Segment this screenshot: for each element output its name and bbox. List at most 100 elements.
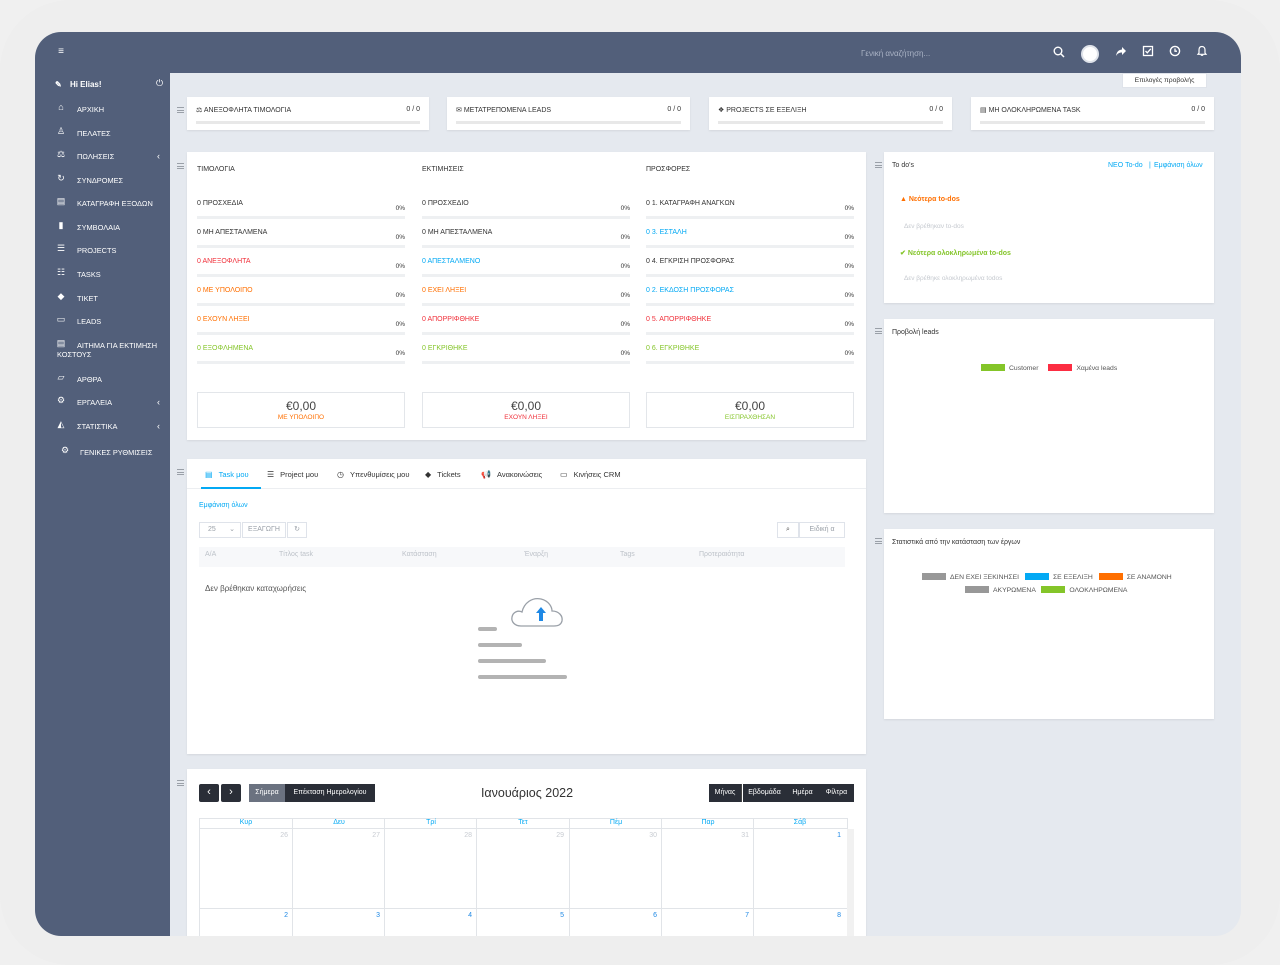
drag-handle-icon[interactable]: [875, 162, 882, 168]
sidebar-item-reports[interactable]: ◭ ΣΤΑΤΙΣΤΙΚΑ ‹: [35, 417, 170, 437]
calendar-expand-button[interactable]: Επέκταση Ημερολογίου: [285, 784, 375, 802]
calendar-day-cell[interactable]: 6: [569, 912, 657, 919]
finance-row[interactable]: 0 ΑΠΕΣΤΑΛΜΕΝΟ 0%: [422, 255, 630, 284]
calendar-day-cell[interactable]: 3: [292, 912, 380, 919]
calendar-day-cell[interactable]: 2: [200, 912, 288, 919]
finance-row[interactable]: 0 1. ΚΑΤΑΓΡΑΦΗ ΑΝΑΓΚΩΝ 0%: [646, 197, 854, 226]
finance-row[interactable]: 0 5. ΑΠΟΡΡΙΦΘΗΚΕ 0%: [646, 313, 854, 342]
drag-handle-icon[interactable]: [177, 107, 184, 113]
tab-my-projects[interactable]: ☰ Project μου: [267, 470, 318, 479]
export-button[interactable]: ΕΞΑΓΩΓΗ: [242, 522, 286, 538]
chevron-down-icon: ⌄: [229, 526, 235, 533]
column-header[interactable]: Τίτλος task: [279, 551, 313, 558]
clock-icon[interactable]: [1167, 45, 1183, 61]
finance-row[interactable]: 0 ΕΧΕΙ ΛΗΞΕΙ 0%: [422, 284, 630, 313]
legend-label: ΟΛΟΚΛΗΡΩΜΕΝΑ: [1069, 587, 1128, 594]
column-header[interactable]: Α/Α: [205, 551, 216, 558]
calendar-day-cell[interactable]: 1: [753, 832, 841, 839]
calendar-day-cell[interactable]: 28: [384, 832, 472, 839]
finance-row[interactable]: 0 ΕΓΚΡΙΘΗΚΕ 0%: [422, 342, 630, 371]
bell-icon[interactable]: [1194, 45, 1210, 61]
menu-icon[interactable]: ≡: [53, 44, 69, 60]
view-options-button[interactable]: Επιλογές προβολής: [1122, 73, 1207, 88]
finance-row[interactable]: 0 ΑΠΟΡΡΙΦΘΗΚΕ 0%: [422, 313, 630, 342]
sidebar-item-expenses[interactable]: ▤ ΚΑΤΑΓΡΑΦΗ ΕΞΟΔΩΝ: [35, 194, 170, 214]
drag-handle-icon[interactable]: [875, 538, 882, 544]
finance-row[interactable]: 0 6. ΕΓΚΡΙΘΗΚΕ 0%: [646, 342, 854, 371]
calendar-prev-button[interactable]: ‹: [199, 784, 219, 802]
new-todo-link[interactable]: ΝΕΟ To-do: [1108, 162, 1143, 169]
tab-announcements[interactable]: 📢 Ανακοινώσεις: [481, 470, 542, 479]
stat-count: 0 / 0: [1191, 106, 1205, 113]
power-icon[interactable]: ⏻: [156, 78, 163, 89]
sidebar-item-sales[interactable]: ⚖ ΠΩΛΗΣΕΙΣ ‹: [35, 147, 170, 167]
finance-row[interactable]: 0 ΜΕ ΥΠΟΛΟΙΠΟ 0%: [197, 284, 405, 313]
sidebar-item-settings[interactable]: ⚙ ΓΕΝΙΚΕΣ ΡΥΘΜΙΣΕΙΣ: [35, 443, 170, 463]
task-search-input[interactable]: Ειδική α: [799, 522, 845, 538]
sidebar-item-articles[interactable]: ▱ ΑΡΘΡΑ: [35, 370, 170, 390]
drag-handle-icon[interactable]: [177, 163, 184, 169]
drag-handle-icon[interactable]: [177, 469, 184, 475]
column-header[interactable]: Έναρξη: [524, 551, 548, 558]
search-icon[interactable]: [1051, 46, 1067, 62]
sidebar-item-subscriptions[interactable]: ↻ ΣΥΝΔΡΟΜΕΣ: [35, 171, 170, 191]
calendar-month-view-button[interactable]: Μήνας: [709, 784, 742, 802]
finance-row[interactable]: 0 ΠΡΟΣΧΕΔΙΑ 0%: [197, 197, 405, 226]
column-header[interactable]: Κατάσταση: [402, 551, 437, 558]
tab-my-reminders[interactable]: ◷ Υπενθυμίσεις μου: [337, 470, 409, 479]
calendar-week-view-button[interactable]: Εβδομάδα: [743, 784, 786, 802]
legend-swatch: [922, 573, 946, 580]
calendar-day-cell[interactable]: 29: [476, 832, 564, 839]
calendar-day-cell[interactable]: 27: [292, 832, 380, 839]
finance-row[interactable]: 0 ΕΞΟΦΛΗΜΕΝΑ 0%: [197, 342, 405, 371]
sidebar-item-tickets[interactable]: ◆ ΤΙΚΕΤ: [35, 289, 170, 309]
sidebar-item-home[interactable]: ⌂ ΑΡΧΙΚΗ: [35, 100, 170, 120]
sidebar-item-tools[interactable]: ⚙ ΕΡΓΑΛΕΙΑ ‹: [35, 393, 170, 413]
finance-row[interactable]: 0 3. ΕΣΤΑΛΗ 0%: [646, 226, 854, 255]
view-all-tasks-link[interactable]: Εμφάνιση όλων: [199, 502, 248, 509]
finance-row[interactable]: 0 ΠΡΟΣΧΕΔΙΟ 0%: [422, 197, 630, 226]
calendar-day-cell[interactable]: 26: [200, 832, 288, 839]
calendar-day-cell[interactable]: 31: [661, 832, 749, 839]
avatar[interactable]: [1081, 45, 1099, 63]
calendar-today-button[interactable]: Σήμερα: [249, 784, 285, 802]
reload-icon[interactable]: ↻: [287, 522, 307, 538]
sidebar-item-projects[interactable]: ☰ PROJECTS: [35, 241, 170, 261]
finance-row[interactable]: 0 2. ΕΚΔΟΣΗ ΠΡΟΣΦΟΡΑΣ 0%: [646, 284, 854, 313]
view-all-todos-link[interactable]: Εμφάνιση όλων: [1154, 162, 1203, 169]
checklist-icon[interactable]: [1140, 45, 1156, 61]
finance-row[interactable]: 0 4. ΕΓΚΡΙΣΗ ΠΡΟΣΦΟΡΑΣ 0%: [646, 255, 854, 284]
tab-tickets[interactable]: ◆ Tickets: [425, 470, 461, 479]
drag-handle-icon[interactable]: [177, 780, 184, 786]
tab-my-tasks[interactable]: ▤ Task μου: [205, 470, 249, 479]
tab-crm-activity[interactable]: ▭ Κινήσεις CRM: [560, 470, 621, 479]
calendar-day-cell[interactable]: 8: [753, 912, 841, 919]
calendar-scrollbar[interactable]: [847, 829, 854, 936]
calendar-day-cell[interactable]: 30: [569, 832, 657, 839]
calendar-day-cell[interactable]: 4: [384, 912, 472, 919]
file-alt-icon: ▤: [56, 338, 66, 348]
column-header[interactable]: Tags: [620, 551, 635, 558]
sidebar-item-customers[interactable]: ♙ ΠΕΛΑΤΕΣ: [35, 124, 170, 144]
finance-row[interactable]: 0 ΕΧΟΥΝ ΛΗΞΕΙ 0%: [197, 313, 405, 342]
finance-row[interactable]: 0 ΜΗ ΑΠΕΣΤΑΛΜΕΝΑ 0%: [422, 226, 630, 255]
sidebar-item-leads[interactable]: ▭ LEADS: [35, 312, 170, 332]
finance-row[interactable]: 0 ΑΝΕΞΟΦΛΗΤΑ 0%: [197, 255, 405, 284]
calendar-next-button[interactable]: ›: [221, 784, 241, 802]
share-icon[interactable]: [1113, 45, 1129, 61]
column-header[interactable]: Προτεραιότητα: [699, 551, 744, 558]
sidebar-item-estimate-requests[interactable]: ▤ ΑΙΤΗΜΑ ΓΙΑ ΕΚΤΙΜΗΣΗ ΚΟΣΤΟΥΣ: [35, 336, 170, 360]
sidebar-item-contracts[interactable]: ▮ ΣΥΜΒΟΛΑΙΑ: [35, 218, 170, 238]
calendar-day-view-button[interactable]: Ημέρα: [786, 784, 819, 802]
drag-handle-icon[interactable]: [875, 328, 882, 334]
global-search-input[interactable]: Γενική αναζήτηση...: [861, 49, 930, 58]
search-icon[interactable]: ⌕: [777, 522, 799, 538]
calendar-day-cell[interactable]: 5: [476, 912, 564, 919]
calendar-filters-button[interactable]: Φίλτρα: [819, 784, 854, 802]
calendar-day-cell[interactable]: 7: [661, 912, 749, 919]
day-header: Κυρ: [239, 819, 253, 826]
finance-row[interactable]: 0 ΜΗ ΑΠΕΣΤΑΛΜΕΝΑ 0%: [197, 226, 405, 255]
legend-swatch: [1024, 573, 1049, 580]
page-size-select[interactable]: 25 ⌄: [199, 522, 241, 538]
sidebar-item-tasks[interactable]: ☷ TASKS: [35, 265, 170, 285]
